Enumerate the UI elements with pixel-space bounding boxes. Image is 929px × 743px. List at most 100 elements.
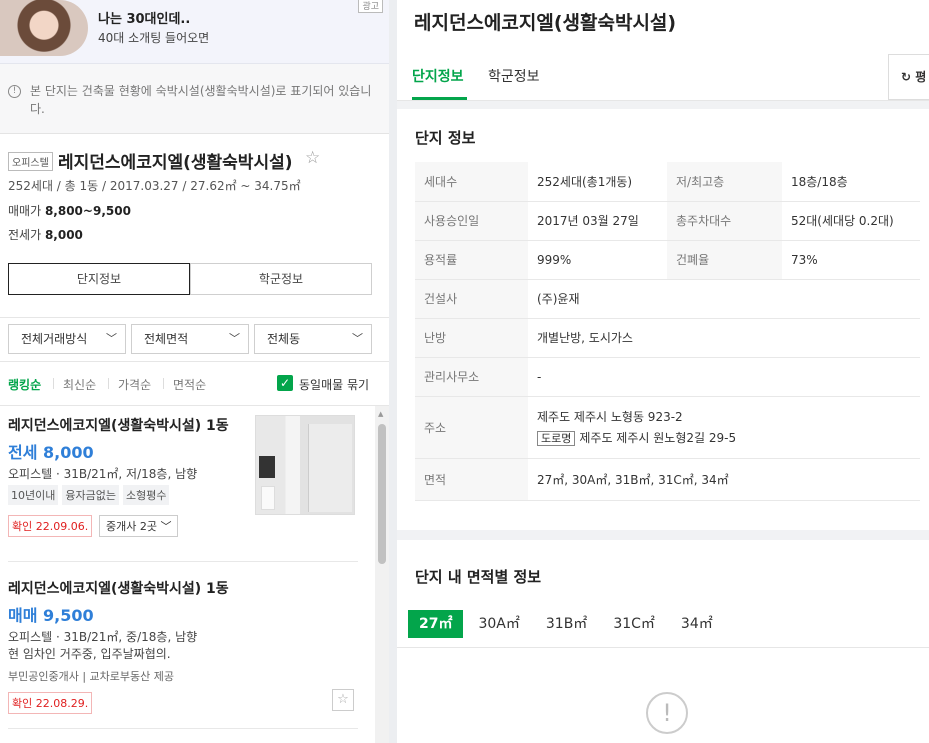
complex-meta: 252세대 / 총 1동 / 2017.03.27 / 27.62㎡ ~ 34.… — [8, 179, 301, 193]
sale-price-value: 8,800~9,500 — [44, 204, 131, 218]
tab-complex-info[interactable]: 단지정보 — [8, 263, 190, 295]
complex-tabs: 단지정보 학군정보 — [8, 263, 372, 295]
road-name-tag: 도로명 — [537, 431, 576, 446]
active-tab-underline — [412, 97, 467, 100]
cell-value: 18층/18층 — [782, 162, 920, 202]
sort-bar: 랭킹순 최신순 가격순 면적순 ✓ 동일매물 묶기 — [0, 362, 389, 406]
building-select[interactable]: 전체동 ﹀ — [254, 324, 372, 354]
area-tab-27[interactable]: 27㎡ — [408, 610, 464, 638]
table-row: 세대수 252세대(총1개동) 저/최고층 18층/18층 — [415, 162, 920, 202]
cell-value: 2017년 03월 27일 — [528, 201, 667, 241]
sort-price[interactable]: 가격순 — [118, 376, 151, 393]
listing-price: 매매 9,500 — [8, 606, 94, 625]
table-row: 주소 제주도 제주시 노형동 923-2 도로명 제주도 제주시 원노형2길 29… — [415, 396, 920, 459]
notice-box: ! 본 단지는 건축물 현황에 숙박시설(생활숙박시설)로 표기되어 있습니다. — [0, 64, 389, 134]
same-listing-checkbox[interactable]: ✓ — [277, 375, 293, 391]
sale-price-label: 매매가 — [8, 204, 42, 218]
area-tab-34[interactable]: 34㎡ — [670, 610, 724, 638]
cell-value: 73% — [782, 240, 920, 280]
tab-school-info[interactable]: 학군정보 — [488, 66, 540, 86]
confirmed-date-badge: 확인 22.08.29. — [8, 692, 93, 714]
ad-banner[interactable]: 나는 30대인데.. 40대 소개팅 들어오면 광고 — [0, 0, 389, 64]
info-icon: ! — [8, 85, 21, 98]
scroll-up-icon[interactable]: ▲ — [378, 410, 383, 418]
listing-scrollbar[interactable]: ▲ — [375, 406, 389, 743]
filter-bar: 전체거래방식 ﹀ 전체면적 ﹀ 전체동 ﹀ — [0, 317, 389, 362]
panel-divider — [389, 0, 397, 743]
scrollbar-thumb[interactable] — [378, 424, 386, 564]
listing-title: 레지던스에코지엘(생활숙박시설) 1동 — [8, 418, 229, 434]
ad-badge: 광고 — [358, 0, 383, 13]
listing-photo[interactable] — [255, 415, 355, 515]
sort-latest[interactable]: 최신순 — [63, 376, 96, 393]
listing-tags: 10년이내 융자금없는 소형평수 — [8, 485, 170, 505]
cell-key: 면적 — [415, 458, 528, 501]
photo-shelf — [261, 486, 275, 510]
cell-key: 주소 — [415, 396, 528, 459]
chevron-down-icon: ﹀ — [229, 332, 240, 345]
lease-price-label: 전세가 — [8, 228, 42, 242]
favorite-star-icon[interactable]: ☆ — [332, 689, 354, 711]
address-cell: 제주도 제주시 노형동 923-2 도로명 제주도 제주시 원노형2길 29-5 — [528, 396, 920, 459]
area-tab-30a[interactable]: 30A㎡ — [467, 610, 530, 638]
detail-panel: 레지던스에코지엘(생활숙박시설) 단지정보 학군정보 ↻ 평 단지 정보 세대수… — [397, 0, 929, 743]
cell-value: 999% — [528, 240, 667, 280]
tag: 소형평수 — [122, 485, 170, 505]
tab-school-info[interactable]: 학군정보 — [190, 263, 372, 295]
divider — [108, 378, 109, 389]
trade-type-label: 전체거래방식 — [21, 332, 88, 346]
broker-count-label: 중개사 2곳 — [106, 520, 157, 533]
cell-key: 사용승인일 — [415, 201, 528, 241]
favorite-star-icon[interactable]: ☆ — [305, 148, 320, 168]
listing-detail: 오피스텔 · 31B/21㎡, 중/18층, 남향 — [8, 630, 198, 644]
address-lot: 제주도 제주시 노형동 923-2 — [537, 410, 683, 424]
unit-toggle-button[interactable]: ↻ 평 — [888, 54, 929, 100]
road-address: 제주도 제주시 원노형2길 29-5 — [579, 431, 737, 445]
cell-key: 저/최고층 — [667, 162, 782, 202]
listing-title: 레지던스에코지엘(생활숙박시설) 1동 — [8, 581, 229, 597]
listing-detail: 오피스텔 · 31B/21㎡, 저/18층, 남향 — [8, 467, 198, 481]
chevron-down-icon: ﹀ — [106, 332, 117, 345]
cell-key: 건폐율 — [667, 240, 782, 280]
area-tab-31c[interactable]: 31C㎡ — [602, 610, 666, 638]
notice-text: 본 단지는 건축물 현황에 숙박시설(생활숙박시설)로 표기되어 있습니다. — [30, 84, 372, 116]
area-label: 전체면적 — [144, 332, 189, 346]
detail-title: 레지던스에코지엘(생활숙박시설) — [414, 12, 677, 34]
divider — [163, 378, 164, 389]
listing-item[interactable]: 레지던스에코지엘(생활숙박시설) 1동 매매 9,500 오피스텔 · 31B/… — [8, 578, 358, 728]
sort-ranking[interactable]: 랭킹순 — [8, 376, 41, 393]
complex-name: 레지던스에코지엘(생활숙박시설) — [58, 153, 293, 173]
cell-key: 세대수 — [415, 162, 528, 202]
area-tab-31b[interactable]: 31B㎡ — [535, 610, 598, 638]
chevron-down-icon: ﹀ — [352, 332, 363, 345]
detail-tabs: 단지정보 학군정보 ↻ 평 — [397, 48, 929, 101]
trade-type-select[interactable]: 전체거래방식 ﹀ — [8, 324, 126, 354]
complex-summary: 오피스텔 레지던스에코지엘(생활숙박시설) ☆ 252세대 / 총 1동 / 2… — [0, 134, 389, 317]
unit-toggle-label: 평 — [915, 70, 927, 84]
table-row: 면적 27㎡, 30A㎡, 31B㎡, 31C㎡, 34㎡ — [415, 458, 920, 501]
tab-complex-info[interactable]: 단지정보 — [412, 66, 464, 86]
cell-key: 건설사 — [415, 279, 528, 319]
area-select[interactable]: 전체면적 ﹀ — [131, 324, 249, 354]
table-row: 난방 개별난방, 도시가스 — [415, 318, 920, 358]
cell-value: (주)윤재 — [528, 279, 920, 319]
building-label: 전체동 — [267, 332, 301, 346]
cell-value: 252세대(총1개동) — [528, 162, 667, 202]
divider — [397, 647, 929, 648]
table-row: 용적률 999% 건폐율 73% — [415, 240, 920, 280]
cell-key: 총주차대수 — [667, 201, 782, 241]
cell-key: 용적률 — [415, 240, 528, 280]
cell-key: 난방 — [415, 318, 528, 358]
listing-item[interactable]: 레지던스에코지엘(생활숙박시설) 1동 전세 8,000 오피스텔 · 31B/… — [8, 415, 358, 545]
area-tabs: 27㎡ 30A㎡ 31B㎡ 31C㎡ 34㎡ — [408, 610, 728, 638]
section-title: 단지 정보 — [415, 129, 476, 147]
cell-key: 관리사무소 — [415, 357, 528, 397]
complex-info-table: 세대수 252세대(총1개동) 저/최고층 18층/18층 사용승인일 2017… — [415, 162, 920, 501]
sale-price: 매매가 8,800~9,500 — [8, 202, 131, 219]
broker-count-button[interactable]: 중개사 2곳 ﹀ — [99, 515, 179, 537]
section-gap — [397, 530, 929, 540]
item-divider — [8, 728, 358, 729]
sort-area[interactable]: 면적순 — [173, 376, 206, 393]
ad-image — [0, 0, 88, 56]
tag: 융자금없는 — [62, 485, 119, 505]
